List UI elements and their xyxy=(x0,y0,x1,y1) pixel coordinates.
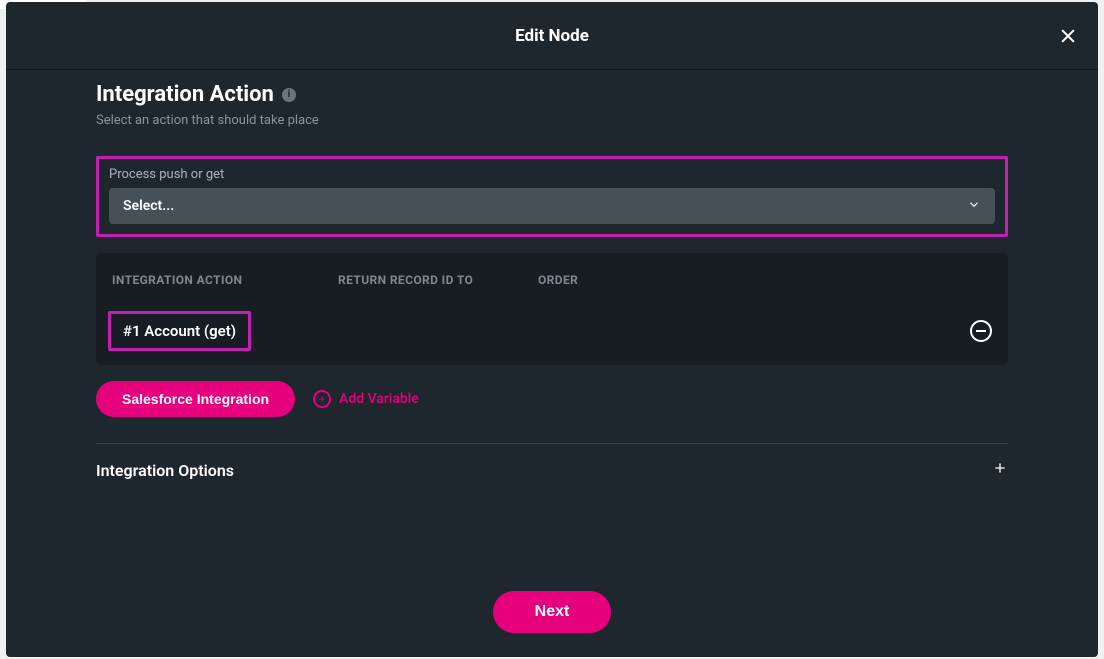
plus-circle-icon xyxy=(313,390,331,408)
modal-body: Integration Action i Select an action th… xyxy=(6,70,1098,567)
add-variable-label: Add Variable xyxy=(339,391,419,407)
remove-row-button[interactable] xyxy=(970,320,992,342)
section-heading: Integration Action i xyxy=(96,82,1008,107)
next-button[interactable]: Next xyxy=(493,591,612,633)
close-button[interactable] xyxy=(1056,24,1080,48)
modal-title: Edit Node xyxy=(515,26,589,46)
th-order: ORDER xyxy=(538,273,992,287)
chevron-down-icon xyxy=(967,197,981,216)
close-icon xyxy=(1058,26,1078,46)
integration-options-label: Integration Options xyxy=(96,461,234,480)
modal-footer: Next xyxy=(6,567,1098,657)
integration-action-table: INTEGRATION ACTION RETURN RECORD ID TO O… xyxy=(96,253,1008,365)
section-subtitle: Select an action that should take place xyxy=(96,113,1008,128)
divider xyxy=(96,443,1008,444)
table-header-row: INTEGRATION ACTION RETURN RECORD ID TO O… xyxy=(96,253,1008,301)
th-integration-action: INTEGRATION ACTION xyxy=(112,273,338,287)
th-return-record: RETURN RECORD ID TO xyxy=(338,273,538,287)
salesforce-integration-button[interactable]: Salesforce Integration xyxy=(96,381,295,417)
plus-icon xyxy=(992,460,1008,480)
process-field-label: Process push or get xyxy=(109,167,995,182)
process-select-placeholder: Select... xyxy=(123,198,174,214)
integration-options-toggle[interactable]: Integration Options xyxy=(96,460,1008,480)
minus-icon xyxy=(976,330,986,332)
section-title: Integration Action xyxy=(96,82,274,107)
row-action-chip[interactable]: #1 Account (get) xyxy=(108,311,251,351)
process-select[interactable]: Select... xyxy=(109,188,995,224)
edit-node-modal: Edit Node Integration Action i Select an… xyxy=(6,2,1098,657)
table-row[interactable]: #1 Account (get) xyxy=(96,301,1008,365)
actions-row: Salesforce Integration Add Variable xyxy=(96,381,1008,417)
info-icon[interactable]: i xyxy=(282,88,296,102)
modal-header: Edit Node xyxy=(6,2,1098,70)
process-field-highlight: Process push or get Select... xyxy=(96,156,1008,237)
add-variable-button[interactable]: Add Variable xyxy=(313,390,419,408)
